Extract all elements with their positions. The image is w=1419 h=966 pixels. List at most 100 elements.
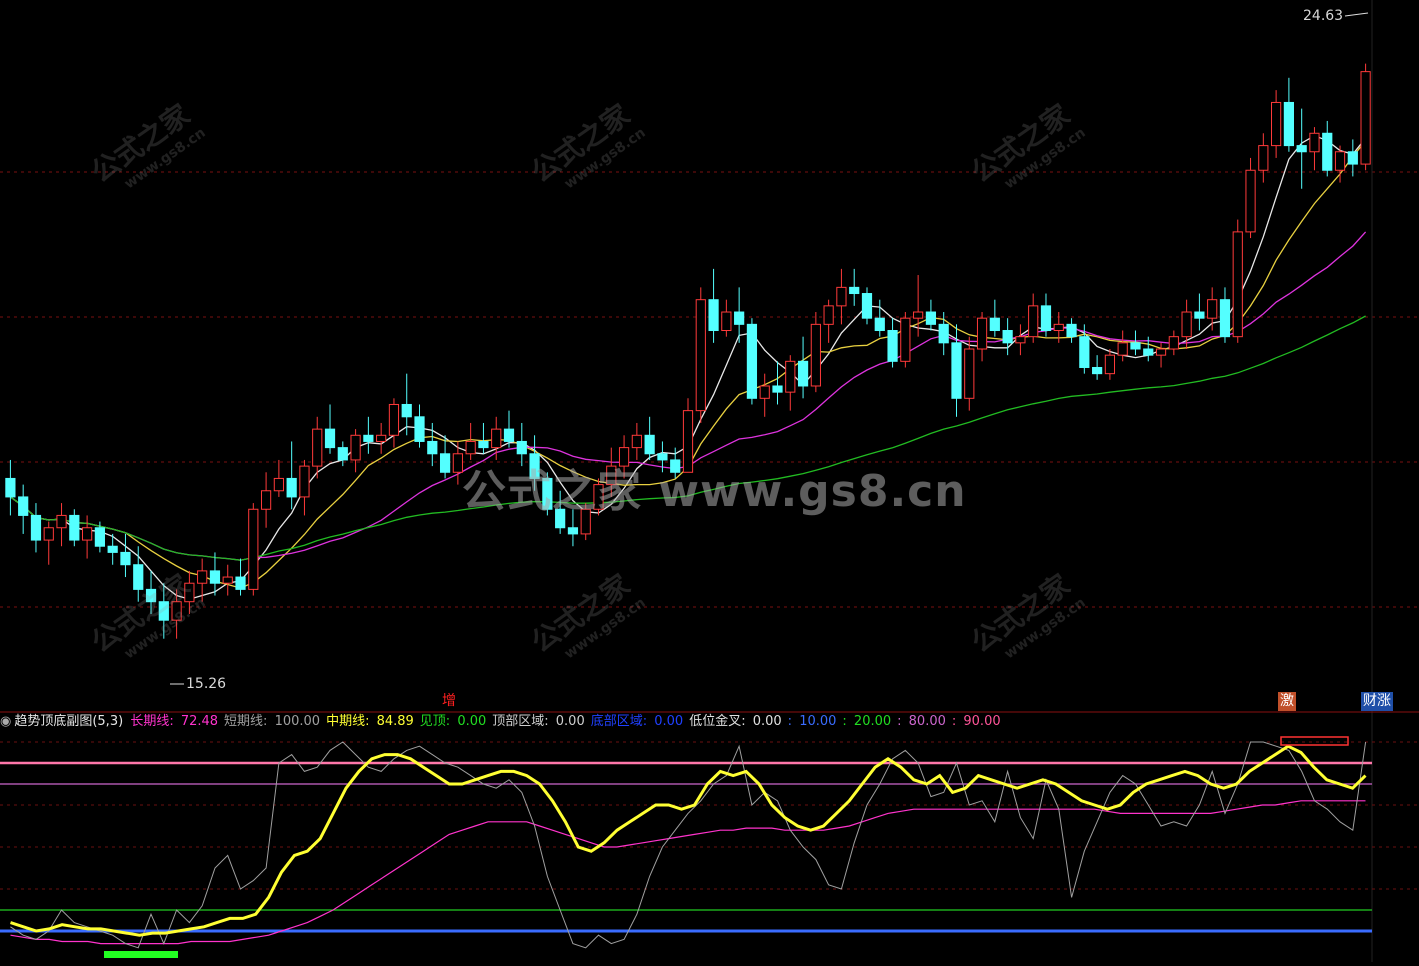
candle-body [887,330,898,362]
candle-body [874,317,885,332]
candle-body [1334,151,1346,171]
candle-body [478,440,489,449]
legend-item-value: 0.00 [654,714,684,729]
candle-body [606,465,617,486]
signal-caizhang: 财涨 [1361,692,1393,711]
legend-item: : [951,714,961,729]
candle-body [120,551,131,566]
candle-body [388,403,400,436]
candle-body [721,311,732,332]
candle-body [989,317,1000,332]
candle-body [797,360,809,387]
candle-body [785,360,796,393]
candle-body [260,490,272,510]
candle-body [69,514,80,541]
candle-body [1040,305,1052,332]
candle-body [427,440,438,455]
candle-body [900,317,911,362]
legend-item-value: 84.89 [376,714,414,729]
candle-body [1347,151,1358,165]
legend-item-value: 90.00 [963,714,1001,729]
candle-body [1104,354,1116,375]
candle-body [618,447,630,467]
candle-body [107,545,118,553]
candle-body [414,416,425,442]
legend-item-value: 80.00 [908,714,946,729]
candle-body [1219,299,1231,338]
high-arrow [1344,12,1369,17]
candle-body [631,434,642,449]
legend-item: 见顶: [419,714,455,729]
indicator-line [10,741,1367,949]
legend-item-value: 10.00 [799,714,837,729]
candle-body [235,576,246,590]
candle-body [516,440,527,455]
candle-body [925,311,937,325]
candle-body [1117,342,1128,356]
legend-item: : [787,714,797,729]
legend-item-value: 20.00 [853,714,892,729]
legend-item: 中期线: [326,714,374,729]
candle-body [1168,336,1179,350]
indicator-legend: ◉ 趋势顶底副图(5,3) 长期线: 72.48 短期线: 100.00 中期线: 8… [0,711,1419,733]
candle-body [133,564,144,590]
candle-body [746,323,758,399]
legend-collapse-icon[interactable]: ◉ [0,714,11,729]
low-price-label: 15.26 [186,676,227,692]
legend-item-value: 0.00 [752,714,782,729]
candle-body [567,527,579,535]
indicator-title[interactable]: 趋势顶底副图(5,3) [14,714,123,729]
candle-body [708,299,719,332]
candle-body [337,447,348,461]
signal-zeng: 增 [442,693,456,709]
candle-body [836,286,847,307]
candle-body [145,588,157,603]
candle-body [734,311,745,325]
candle-body [363,434,374,442]
chart-stage [0,0,1419,962]
legend-item: 底部区域: [590,714,652,729]
candle-body [1309,132,1320,153]
candle-body [1322,132,1333,171]
ma-line [10,231,1367,561]
candle-body [299,465,310,498]
candle-body [1245,169,1256,233]
candle-body [1002,330,1013,344]
legend-item: : [897,714,906,729]
candle-body [1283,101,1294,147]
candle-body [1130,342,1141,350]
legend-item-value: 72.48 [180,714,219,729]
candle-body [286,477,297,498]
candle-body [1258,145,1269,171]
candle-body [248,508,259,590]
candle-body [670,459,681,473]
candle-body [1092,366,1103,375]
legend-item-value: 0.00 [457,714,487,729]
candle-body [209,570,221,584]
top-zone-box [1280,736,1349,746]
candle-body [273,477,284,492]
ma-line [10,134,1367,600]
candle-body [861,293,873,319]
candle-body [465,440,476,455]
legend-item-value: 0.00 [555,714,585,729]
candle-body [1079,336,1090,368]
candle-body [491,428,502,449]
candle-body [5,477,16,498]
candle-body [324,428,336,449]
candle-body [938,323,949,344]
candle-body [1207,299,1218,319]
candle-body [1271,101,1282,147]
high-price-label: 24.63 [1303,8,1344,24]
candle-body [1194,311,1205,319]
candle-body [913,311,924,319]
candle-body [401,403,412,418]
candle-body [849,286,860,295]
legend-item: 长期线: [130,714,178,729]
legend-item: 低位金叉: [689,714,750,729]
candle-body [312,428,323,467]
signal-ji: 激 [1278,692,1296,711]
candle-body [823,305,834,325]
legend-item: 顶部区域: [492,714,553,729]
ma-line [10,140,1367,589]
